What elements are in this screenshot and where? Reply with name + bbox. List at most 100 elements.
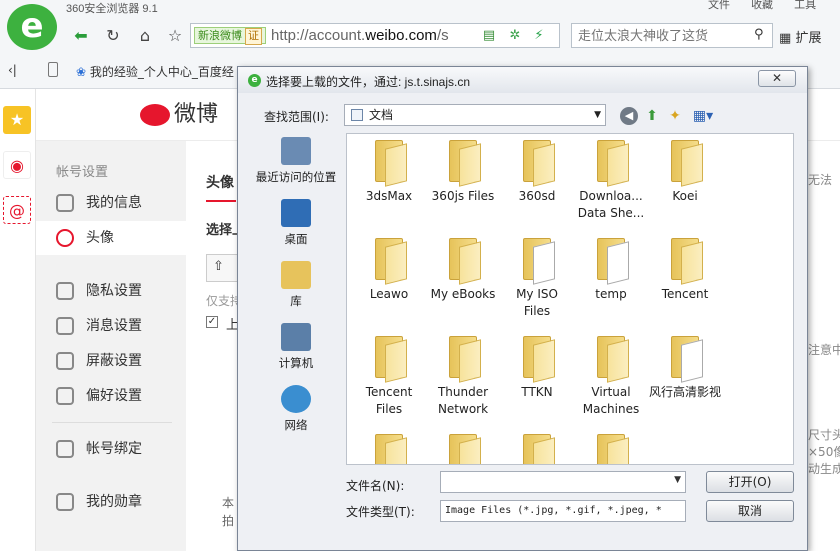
library-icon: [281, 261, 311, 289]
close-icon[interactable]: ✕: [758, 70, 796, 87]
folder-item[interactable]: TTKN: [501, 334, 573, 401]
menu-item-label: 我的勋章: [86, 494, 142, 510]
folder-icon: [593, 138, 629, 187]
folder-item[interactable]: 3dsMax: [353, 138, 425, 205]
device-icon[interactable]: [48, 62, 58, 77]
favorites-star-icon[interactable]: ★: [3, 106, 31, 134]
search-input[interactable]: [578, 26, 748, 45]
menu-item-label: 头像: [86, 230, 114, 246]
network-icon: [281, 385, 311, 413]
folder-item[interactable]: [427, 432, 499, 464]
folder-name: Tencent Files: [365, 385, 413, 416]
menu-item-medals[interactable]: 我的勋章: [36, 485, 186, 519]
folder-name: Thunder Network: [437, 385, 489, 416]
compat-mode-icon[interactable]: ✲: [507, 28, 523, 44]
place-library[interactable]: 库: [246, 261, 346, 309]
place-network[interactable]: 网络: [246, 385, 346, 433]
tab-baidu-experience[interactable]: ❀ 我的经验_个人中心_百度经: [76, 63, 234, 80]
url-text[interactable]: http://account.weibo.com/s: [271, 27, 471, 44]
home-icon[interactable]: ⌂: [134, 25, 156, 47]
url-prefix: http://account.: [271, 27, 366, 44]
settings-menu-title: 帐号设置: [56, 165, 109, 180]
favorite-star-icon[interactable]: ☆: [164, 25, 186, 47]
weibo-logo[interactable]: 微博: [140, 96, 218, 128]
menu-tools[interactable]: 工具: [794, 0, 816, 11]
mention-icon[interactable]: @: [3, 196, 31, 224]
menu-item-preferences[interactable]: 偏好设置: [36, 379, 186, 413]
place-desktop[interactable]: 桌面: [246, 199, 346, 247]
folder-icon: [593, 432, 629, 464]
refresh-icon[interactable]: ↻: [102, 25, 124, 47]
computer-icon: [281, 323, 311, 351]
baidu-paw-icon: ❀: [76, 65, 87, 79]
folder-icon: [445, 432, 481, 464]
menu-item-binding[interactable]: 帐号绑定: [36, 432, 186, 466]
speed-mode-icon[interactable]: ⚡: [531, 28, 547, 44]
new-folder-icon[interactable]: ✦: [666, 107, 684, 125]
search-icon[interactable]: ⚲: [754, 27, 764, 42]
search-box[interactable]: ⚲: [571, 23, 773, 48]
menu-item-avatar[interactable]: 头像: [36, 221, 186, 255]
folder-item[interactable]: Koei: [649, 138, 721, 205]
sidebar-collapse-icon[interactable]: ‹|: [8, 63, 17, 77]
extensions-label: 扩展: [795, 31, 822, 46]
menu-item-my-info[interactable]: 我的信息: [36, 186, 186, 220]
menu-item-privacy[interactable]: 隐私设置: [36, 274, 186, 308]
file-type-select[interactable]: Image Files (*.jpg, *.gif, *.jpeg, *: [440, 500, 686, 522]
tab-label: 我的经验_个人中心_百度经: [89, 65, 234, 79]
folder-name: Koei: [672, 189, 698, 203]
folder-item[interactable]: Tencent: [649, 236, 721, 303]
chevron-down-icon[interactable]: ▼: [674, 475, 681, 485]
cancel-button[interactable]: 取消: [706, 500, 794, 522]
place-recent[interactable]: 最近访问的位置: [246, 137, 346, 185]
file-name-input[interactable]: ▼: [440, 471, 686, 493]
folder-item[interactable]: 360sd: [501, 138, 573, 205]
place-computer[interactable]: 计算机: [246, 323, 346, 371]
folder-item[interactable]: 风行高清影视: [649, 334, 721, 401]
folder-item[interactable]: My ISO Files: [501, 236, 573, 320]
browser-logo-icon[interactable]: e: [7, 4, 57, 50]
folder-item[interactable]: temp: [575, 236, 647, 303]
folder-item[interactable]: 360js Files: [427, 138, 499, 205]
menu-file[interactable]: 文件: [708, 0, 730, 11]
open-button[interactable]: 打开(O): [706, 471, 794, 493]
up-folder-icon[interactable]: ⬆: [643, 107, 661, 125]
folder-item[interactable]: [575, 432, 647, 464]
address-bar[interactable]: 新浪微博证 http://account.weibo.com/s ▤ ✲ ⚡: [190, 23, 560, 48]
folder-name: Tencent: [661, 287, 709, 301]
upload-button[interactable]: ⇧: [206, 254, 240, 282]
file-type-label: 文件类型(T):: [346, 505, 415, 519]
menu-item-label: 屏蔽设置: [86, 353, 142, 369]
back-icon[interactable]: ◀: [620, 107, 638, 125]
menu-item-messages[interactable]: 消息设置: [36, 309, 186, 343]
browser-title: 360安全浏览器 9.1: [66, 3, 158, 15]
folder-item[interactable]: Tencent Files: [353, 334, 425, 418]
reader-icon[interactable]: ▤: [481, 28, 497, 44]
look-in-select[interactable]: 文档 ▼: [344, 104, 606, 126]
folder-item[interactable]: Virtual Machines: [575, 334, 647, 418]
menu-favorites[interactable]: 收藏: [751, 0, 773, 11]
folder-name: My ISO Files: [516, 287, 558, 318]
look-in-value: 文档: [369, 108, 394, 122]
extensions-button[interactable]: ▦ 扩展: [779, 27, 821, 46]
folder-icon: [519, 334, 555, 383]
security-badge[interactable]: 新浪微博证: [194, 27, 266, 45]
menu-item-block[interactable]: 屏蔽设置: [36, 344, 186, 378]
folder-icon: [667, 138, 703, 187]
folder-item[interactable]: My eBooks: [427, 236, 499, 303]
menu-item-label: 偏好设置: [86, 388, 142, 404]
back-icon[interactable]: ⬅: [70, 25, 92, 47]
dialog-title: 选择要上载的文件，通过: js.t.sinajs.cn: [266, 75, 471, 89]
folder-icon: [371, 432, 407, 464]
folder-item[interactable]: Downloa... Data She...: [575, 138, 647, 222]
folder-item[interactable]: Thunder Network: [427, 334, 499, 418]
documents-icon: [351, 109, 363, 121]
security-badge-label: 新浪微博: [198, 30, 242, 42]
user-icon: [56, 194, 74, 212]
upload-checkbox[interactable]: ✓: [206, 316, 218, 328]
folder-item[interactable]: Leawo: [353, 236, 425, 303]
weibo-icon[interactable]: ◉: [3, 151, 31, 179]
folder-item[interactable]: [501, 432, 573, 464]
view-menu-icon[interactable]: ▦▾: [690, 107, 716, 125]
folder-item[interactable]: [353, 432, 425, 464]
